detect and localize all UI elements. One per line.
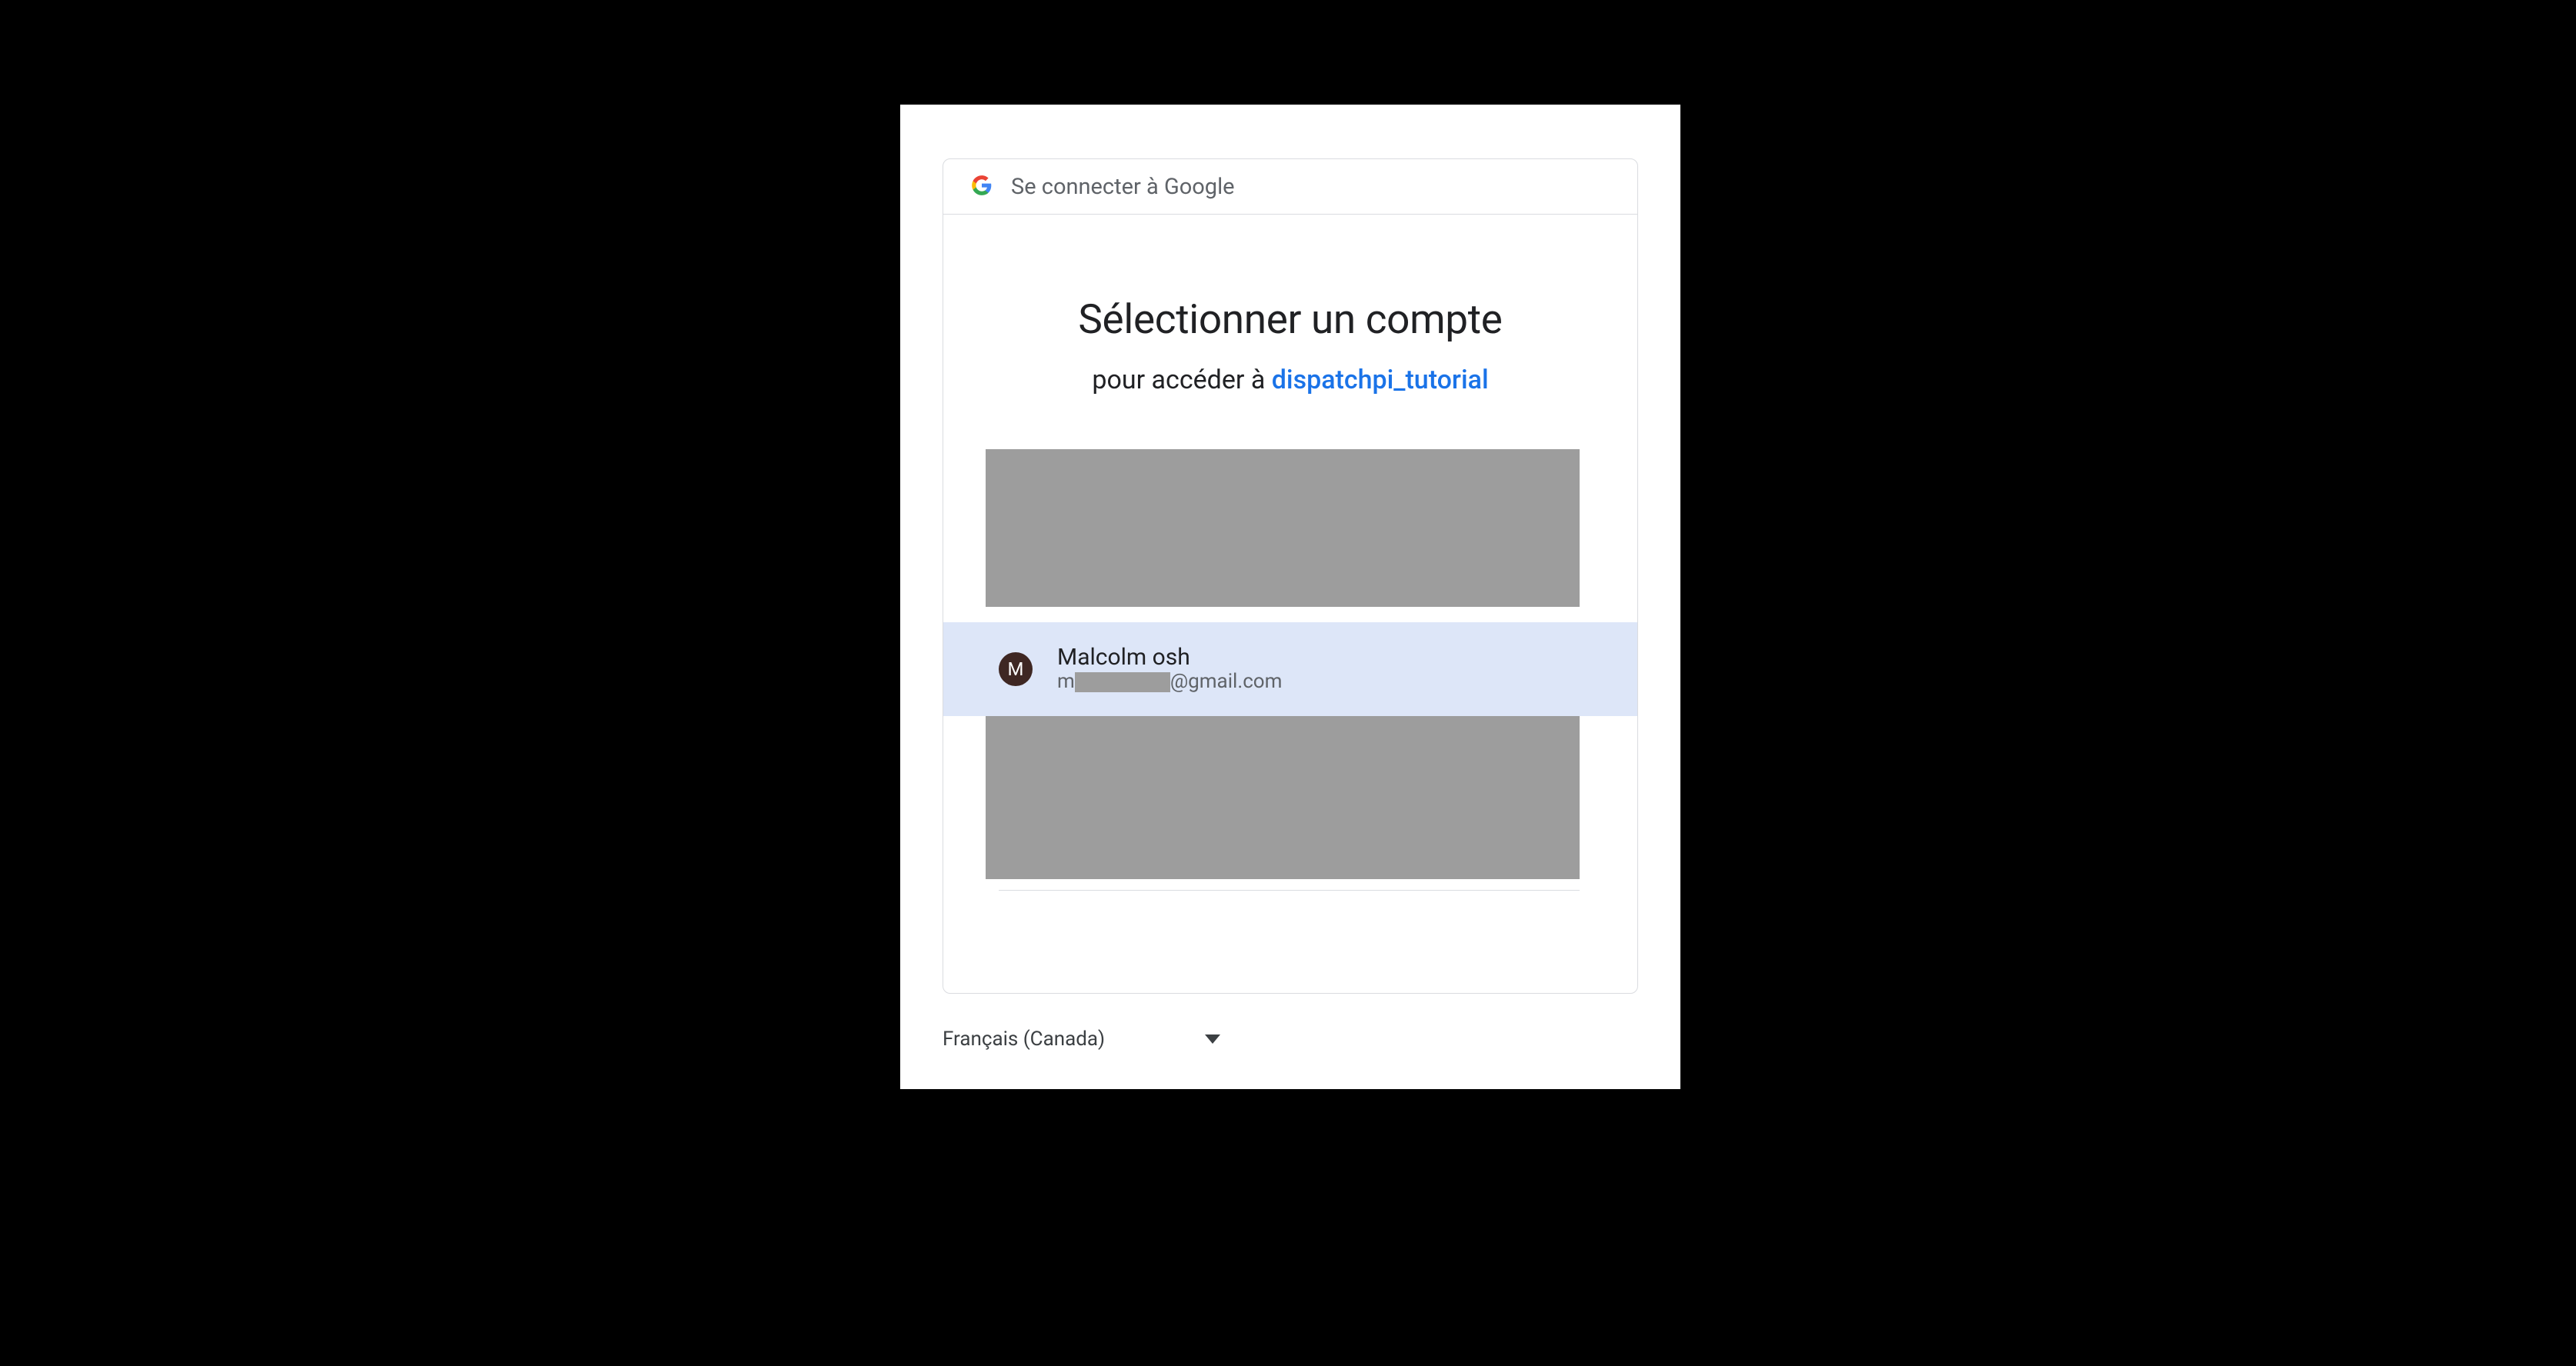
caret-down-icon bbox=[1205, 1034, 1220, 1044]
page-subtitle: pour accéder à dispatchpi_tutorial bbox=[943, 365, 1637, 395]
account-row[interactable]: M Malcolm osh m @gmail.com bbox=[943, 622, 1637, 716]
email-prefix: m bbox=[1057, 671, 1075, 694]
page-title: Sélectionner un compte bbox=[943, 295, 1637, 343]
google-g-icon bbox=[971, 175, 993, 199]
avatar: M bbox=[999, 652, 1033, 686]
redacted-account[interactable] bbox=[986, 716, 1580, 879]
app-name-link[interactable]: dispatchpi_tutorial bbox=[1272, 365, 1489, 395]
subtitle-prefix: pour accéder à bbox=[1092, 365, 1271, 395]
account-name: Malcolm osh bbox=[1057, 645, 1282, 671]
card-header: Se connecter à Google bbox=[943, 159, 1637, 215]
redacted-account[interactable] bbox=[986, 449, 1580, 607]
avatar-initial: M bbox=[1008, 658, 1024, 680]
language-selector[interactable]: Français (Canada) bbox=[943, 1028, 1220, 1051]
account-list: M Malcolm osh m @gmail.com bbox=[943, 449, 1637, 891]
account-info: Malcolm osh m @gmail.com bbox=[1057, 645, 1282, 694]
divider bbox=[999, 890, 1580, 891]
signin-dialog: Se connecter à Google Sélectionner un co… bbox=[900, 105, 1680, 1089]
language-label: Français (Canada) bbox=[943, 1028, 1105, 1051]
card-header-label: Se connecter à Google bbox=[1011, 174, 1235, 200]
email-suffix: @gmail.com bbox=[1170, 671, 1283, 694]
headings: Sélectionner un compte pour accéder à di… bbox=[943, 215, 1637, 449]
signin-card: Se connecter à Google Sélectionner un co… bbox=[943, 158, 1638, 994]
account-email: m @gmail.com bbox=[1057, 671, 1282, 694]
email-redaction bbox=[1075, 672, 1170, 692]
